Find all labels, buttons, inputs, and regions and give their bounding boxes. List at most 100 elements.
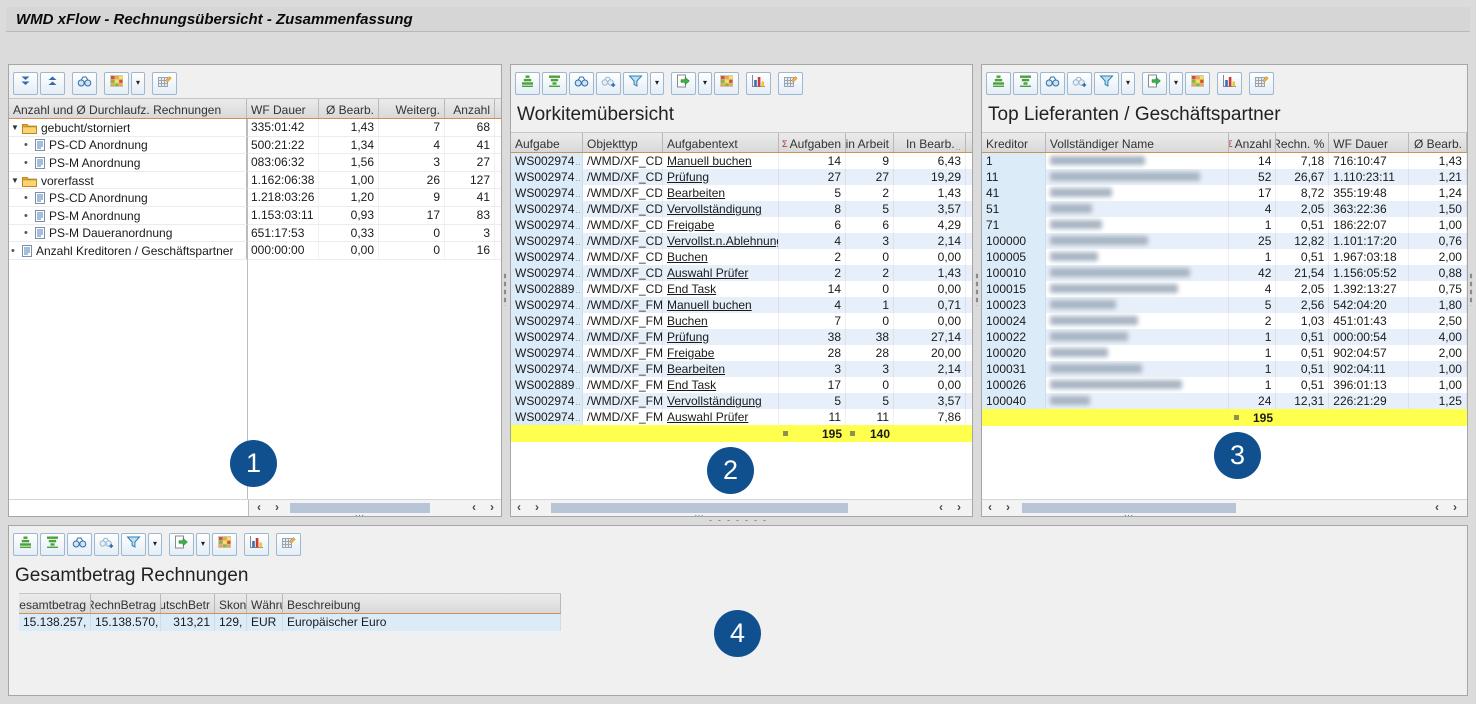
tree-row[interactable]: •PS-M Anordnung083:06:321,56327 [9,154,501,172]
cell-aufgabentext[interactable]: Prüfung [663,329,779,345]
aufgabentext-link[interactable]: End Task [667,378,716,392]
tree-row[interactable]: ▼gebucht/storniert335:01:421,43768 [9,119,501,137]
column-header-aufgabentext[interactable]: Aufgabentext [663,133,779,152]
table-row[interactable]: WS002974‥/WMD/XF_CDVervollständigung853,… [511,201,972,217]
views-dropdown-button[interactable]: ▾ [131,72,145,95]
column-header-wf-dauer[interactable]: WF Dauer [1329,133,1409,152]
aufgabentext-link[interactable]: Freigabe [667,218,714,232]
table-row[interactable]: 41178,72355:19:481,24 [982,185,1467,201]
aufgabentext-link[interactable]: Buchen [667,250,708,264]
column-header-gesamtbetrag[interactable]: Gesamtbetrag [19,594,91,613]
column-header-weiterg[interactable]: Weiterg. [379,99,445,118]
layout-settings-button[interactable] [276,533,301,556]
cell-aufgabentext[interactable]: Vervollständigung [663,201,779,217]
sort-descending-button[interactable] [542,72,567,95]
find-button[interactable] [569,72,594,95]
find-next-button[interactable] [1067,72,1092,95]
scroll-right-button[interactable]: › [1006,500,1010,515]
cell-aufgabentext[interactable]: Bearbeiten [663,185,779,201]
scroll-right-button[interactable]: › [490,500,494,515]
table-row[interactable]: 1000002512,821.101:17:200,76 [982,233,1467,249]
table-row[interactable]: 1000402412,31226:21:291,25 [982,393,1467,409]
table-row[interactable]: 10002210,51000:00:544,00 [982,329,1467,345]
cell-aufgabentext[interactable]: Buchen [663,249,779,265]
horizontal-scrollbar-thumb[interactable]: … [1022,503,1236,513]
scroll-left-button[interactable]: ‹ [472,500,476,515]
sort-ascending-button[interactable] [986,72,1011,95]
table-row[interactable]: 10002421,03451:01:432,50 [982,313,1467,329]
column-header-anzahl[interactable]: ΣAnzahl [1229,133,1276,152]
table-row[interactable]: WS002974‥/WMD/XF_CDFreigabe664,29 [511,217,972,233]
find-button[interactable] [72,72,97,95]
column-header-in-arbeit[interactable]: Σin Arbeit [846,133,894,152]
export-dropdown-button[interactable]: ▾ [698,72,712,95]
table-row[interactable]: WS002974‥/WMD/XF_CDPrüfung272719,29 [511,169,972,185]
export-button[interactable] [169,533,194,556]
column-header-gutschbetr[interactable]: GutschBetr [161,594,215,613]
chart-button[interactable] [244,533,269,556]
tree-row[interactable]: •PS-CD Anordnung500:21:221,34441 [9,137,501,155]
table-row[interactable]: WS002974‥/WMD/XF_FMFreigabe282820,00 [511,345,972,361]
tree-row[interactable]: •PS-M Anordnung1.153:03:110,931783 [9,207,501,225]
column-header-kreditor[interactable]: Kreditor [982,133,1046,152]
tree-row[interactable]: •Anzahl Kreditoren / Geschäftspartner000… [9,242,501,260]
aufgabentext-link[interactable]: Bearbeiten [667,186,725,200]
table-row[interactable]: WS002974‥/WMD/XF_FMBuchen700,00 [511,313,972,329]
aufgabentext-link[interactable]: Bearbeiten [667,362,725,376]
scroll-left-button[interactable]: ‹ [988,500,992,515]
table-row[interactable]: WS002974‥/WMD/XF_FMAuswahl Prüfer11117,8… [511,409,972,425]
table-row[interactable]: WS002974‥/WMD/XF_CDAuswahl Prüfer221,43 [511,265,972,281]
filter-button[interactable] [1094,72,1119,95]
layout-settings-button[interactable] [778,72,803,95]
table-row[interactable]: 10002352,56542:04:201,80 [982,297,1467,313]
column-header-aufgaben[interactable]: ΣAufgaben [779,133,846,152]
column-header-rechnbetrag[interactable]: RechnBetrag [91,594,161,613]
filter-dropdown-button[interactable]: ▾ [148,533,162,556]
aufgabentext-link[interactable]: Auswahl Prüfer [667,410,748,424]
tree-row[interactable]: ▼vorerfasst1.162:06:381,0026127 [9,172,501,190]
table-row[interactable]: WS002974‥/WMD/XF_CDBuchen200,00 [511,249,972,265]
scroll-left-button[interactable]: ‹ [517,500,521,515]
views-button[interactable] [212,533,237,556]
export-button[interactable] [1142,72,1167,95]
expand-all-button[interactable] [13,72,38,95]
table-row[interactable]: WS002974‥/WMD/XF_FMManuell buchen410,71 [511,297,972,313]
aufgabentext-link[interactable]: End Task [667,282,716,296]
column-header-bearb[interactable]: Ø Bearb. [1409,133,1467,152]
horizontal-splitter-grip[interactable] [706,518,768,523]
table-row[interactable]: WS002889‥/WMD/XF_FMEnd Task1700,00 [511,377,972,393]
column-header-in-bearb[interactable]: In Bearb.‥ [894,133,966,152]
export-dropdown-button[interactable]: ▾ [1169,72,1183,95]
table-row[interactable]: WS002974‥/WMD/XF_CDBearbeiten521,43 [511,185,972,201]
cell-aufgabentext[interactable]: Prüfung [663,169,779,185]
aufgabentext-link[interactable]: Prüfung [667,170,709,184]
cell-aufgabentext[interactable]: Auswahl Prüfer [663,265,779,281]
column-header-anzahl[interactable]: Anzahl [445,99,495,118]
filter-button[interactable] [121,533,146,556]
scroll-right-button[interactable]: › [535,500,539,515]
collapse-node-icon[interactable]: ▼ [11,123,22,132]
column-header-durchlaufzeit[interactable]: Anzahl und Ø Durchlaufz. Rechnungen [9,99,247,118]
aufgabentext-link[interactable]: Vervollständigung [667,394,762,408]
table-row[interactable]: 1000104221,541.156:05:520,88 [982,265,1467,281]
cell-aufgabentext[interactable]: Buchen [663,313,779,329]
sort-descending-button[interactable] [40,533,65,556]
table-row[interactable]: 7110,51186:22:071,00 [982,217,1467,233]
horizontal-scrollbar-thumb[interactable]: … [551,503,848,513]
cell-aufgabentext[interactable]: End Task [663,281,779,297]
sort-descending-button[interactable] [1013,72,1038,95]
scroll-left-button[interactable]: ‹ [257,500,261,515]
views-button[interactable] [1185,72,1210,95]
chart-button[interactable] [1217,72,1242,95]
filter-button[interactable] [623,72,648,95]
aufgabentext-link[interactable]: Buchen [667,314,708,328]
find-button[interactable] [1040,72,1065,95]
table-row[interactable]: WS002974‥/WMD/XF_FMBearbeiten332,14 [511,361,972,377]
table-row[interactable]: 10000510,511.967:03:182,00 [982,249,1467,265]
collapse-node-icon[interactable]: ▼ [11,176,22,185]
table-row[interactable]: WS002974‥/WMD/XF_FMPrüfung383827,14 [511,329,972,345]
column-header-rechn-prozent[interactable]: Rechn. % [1276,133,1329,152]
table-row[interactable]: WS002974‥/WMD/XF_FMVervollständigung553,… [511,393,972,409]
cell-aufgabentext[interactable]: Vervollständigung [663,393,779,409]
filter-dropdown-button[interactable]: ▾ [650,72,664,95]
